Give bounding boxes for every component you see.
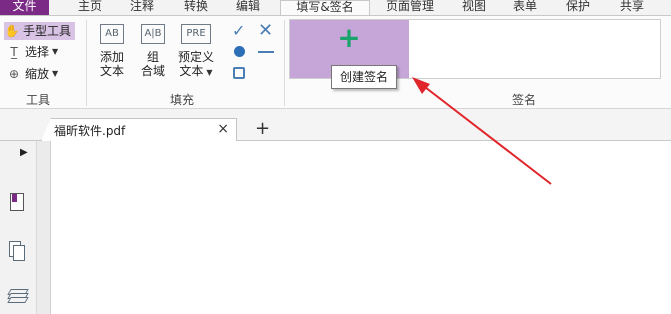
annotation-arrow-head xyxy=(412,77,430,94)
annotation-arrow xyxy=(412,77,552,185)
annotation-arrow-line xyxy=(420,83,552,185)
